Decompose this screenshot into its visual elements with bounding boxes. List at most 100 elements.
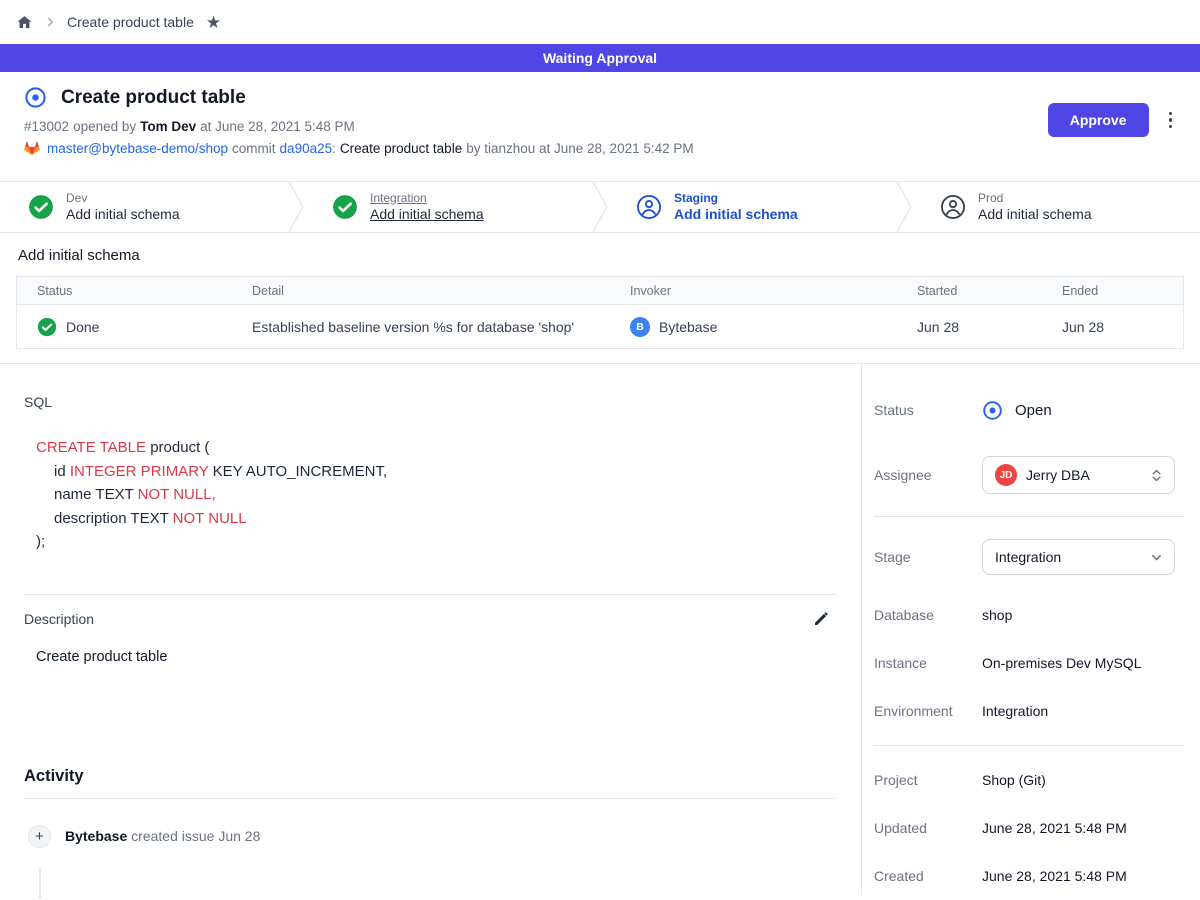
task-section-title: Add initial schema xyxy=(18,247,1184,264)
issue-open-icon xyxy=(982,400,1003,421)
project-value: Shop (Git) xyxy=(982,772,1046,788)
sql-code-block: CREATE TABLE product (id INTEGER PRIMARY… xyxy=(36,436,837,554)
pipeline-stages: Dev Add initial schema Integration Add i… xyxy=(0,181,1200,233)
stage-select[interactable]: Integration xyxy=(982,539,1175,575)
instance-row: Instance On-premises Dev MySQL xyxy=(874,651,1184,675)
status-label: Status xyxy=(874,402,982,418)
assignee-select[interactable]: JD Jerry DBA xyxy=(982,456,1175,494)
status-row: Status Open xyxy=(874,398,1184,422)
stage-env-label: Prod xyxy=(978,191,1092,206)
avatar: B xyxy=(630,317,650,337)
column-started: Started xyxy=(897,284,1042,298)
instance-value: On-premises Dev MySQL xyxy=(982,655,1141,671)
meta-text: opened by xyxy=(73,119,136,134)
main-content: SQL CREATE TABLE product (id INTEGER PRI… xyxy=(0,364,862,895)
stage-env-label: Integration xyxy=(370,191,427,205)
stage-task-label: Add initial schema xyxy=(66,206,180,224)
details-sidebar: Status Open Assignee JD Jerry DBA Stage xyxy=(862,364,1200,895)
stage-prod[interactable]: Prod Add initial schema xyxy=(912,182,1200,232)
issue-open-icon xyxy=(24,86,47,109)
page-title: Create product table xyxy=(61,87,246,109)
avatar: JD xyxy=(995,464,1017,486)
stage-separator xyxy=(896,182,912,232)
column-invoker: Invoker xyxy=(610,284,897,298)
project-row: Project Shop (Git) xyxy=(874,768,1184,792)
task-started-cell: Jun 28 xyxy=(897,319,1042,335)
stage-value: Integration xyxy=(995,549,1140,565)
more-options-kebab-icon[interactable] xyxy=(1165,108,1177,133)
branch-link[interactable]: master@bytebase-demo/shop xyxy=(47,141,228,156)
assignee-label: Assignee xyxy=(874,467,982,483)
commit-message: Create product table xyxy=(340,141,462,156)
stage-row: Stage Integration xyxy=(874,539,1184,575)
environment-value: Integration xyxy=(982,703,1048,719)
activity-section: Activity + Bytebase created issue Jun 28 xyxy=(24,767,837,848)
task-table-header: Status Detail Invoker Started Ended xyxy=(17,277,1183,305)
activity-actor: Bytebase xyxy=(65,828,127,844)
issue-author: Tom Dev xyxy=(140,119,196,134)
environment-label: Environment xyxy=(874,703,982,719)
check-circle-icon xyxy=(37,317,57,337)
activity-title: Activity xyxy=(24,767,837,786)
instance-label: Instance xyxy=(874,655,982,671)
task-status-text: Done xyxy=(66,319,99,335)
assignee-row: Assignee JD Jerry DBA xyxy=(874,456,1184,494)
meta-text: at June 28, 2021 5:48 PM xyxy=(200,119,355,134)
person-circle-icon xyxy=(636,194,662,220)
stage-staging[interactable]: Staging Add initial schema xyxy=(608,182,896,232)
approve-button[interactable]: Approve xyxy=(1048,103,1149,137)
stage-env-label: Dev xyxy=(66,191,180,206)
timeline-connector xyxy=(39,868,41,898)
updown-chevron-icon xyxy=(1149,468,1164,483)
commit-hash-link[interactable]: da90a25 xyxy=(280,141,333,156)
assignee-value: Jerry DBA xyxy=(1026,467,1140,483)
environment-row: Environment Integration xyxy=(874,699,1184,723)
stage-label: Stage xyxy=(874,549,982,565)
list-item: + Bytebase created issue Jun 28 xyxy=(28,825,837,848)
task-invoker-cell: B Bytebase xyxy=(610,317,897,337)
description-section: Description Create product table xyxy=(24,594,837,665)
task-section: Add initial schema Status Detail Invoker… xyxy=(0,233,1200,363)
task-ended-cell: Jun 28 xyxy=(1042,319,1183,335)
updated-value: June 28, 2021 5:48 PM xyxy=(982,820,1127,836)
database-label: Database xyxy=(874,607,982,623)
column-ended: Ended xyxy=(1042,284,1183,298)
issue-meta-line: #13002 opened by Tom Dev at June 28, 202… xyxy=(24,119,1176,134)
favorite-star-icon[interactable]: ★ xyxy=(206,14,221,31)
gitlab-icon xyxy=(24,141,40,156)
stage-separator xyxy=(288,182,304,232)
stage-separator xyxy=(592,182,608,232)
status-banner: Waiting Approval xyxy=(0,44,1200,72)
status-banner-text: Waiting Approval xyxy=(543,50,657,66)
breadcrumb: Create product table ★ xyxy=(0,0,1200,44)
invoker-name: Bytebase xyxy=(659,319,717,335)
breadcrumb-page[interactable]: Create product table xyxy=(67,14,194,30)
stage-task-label: Add initial schema xyxy=(978,206,1092,224)
created-row: Created June 28, 2021 5:48 PM xyxy=(874,864,1184,888)
issue-header: Create product table #13002 opened by To… xyxy=(0,72,1200,181)
edit-pencil-icon[interactable] xyxy=(809,607,833,636)
description-text: Create product table xyxy=(36,649,837,665)
table-row[interactable]: Done Established baseline version %s for… xyxy=(17,305,1183,348)
task-detail-cell: Established baseline version %s for data… xyxy=(232,319,610,335)
divider xyxy=(874,516,1184,517)
check-circle-icon xyxy=(28,194,54,220)
updated-label: Updated xyxy=(874,820,982,836)
plus-icon: + xyxy=(28,825,51,848)
stage-task-label: Add initial schema xyxy=(370,206,484,222)
stage-dev[interactable]: Dev Add initial schema xyxy=(0,182,288,232)
meta-text: : xyxy=(332,141,336,156)
meta-text: by tianzhou at June 28, 2021 5:42 PM xyxy=(466,141,693,156)
check-circle-icon xyxy=(332,194,358,220)
home-icon[interactable] xyxy=(16,14,33,31)
stage-env-label: Staging xyxy=(674,191,798,206)
meta-text: commit xyxy=(232,141,276,156)
issue-id: #13002 xyxy=(24,119,69,134)
created-value: June 28, 2021 5:48 PM xyxy=(982,868,1127,884)
project-label: Project xyxy=(874,772,982,788)
divider xyxy=(874,745,1184,746)
sql-label: SQL xyxy=(24,394,837,410)
stage-integration[interactable]: Integration Add initial schema xyxy=(304,182,592,232)
description-label: Description xyxy=(24,611,837,627)
divider xyxy=(24,798,837,799)
